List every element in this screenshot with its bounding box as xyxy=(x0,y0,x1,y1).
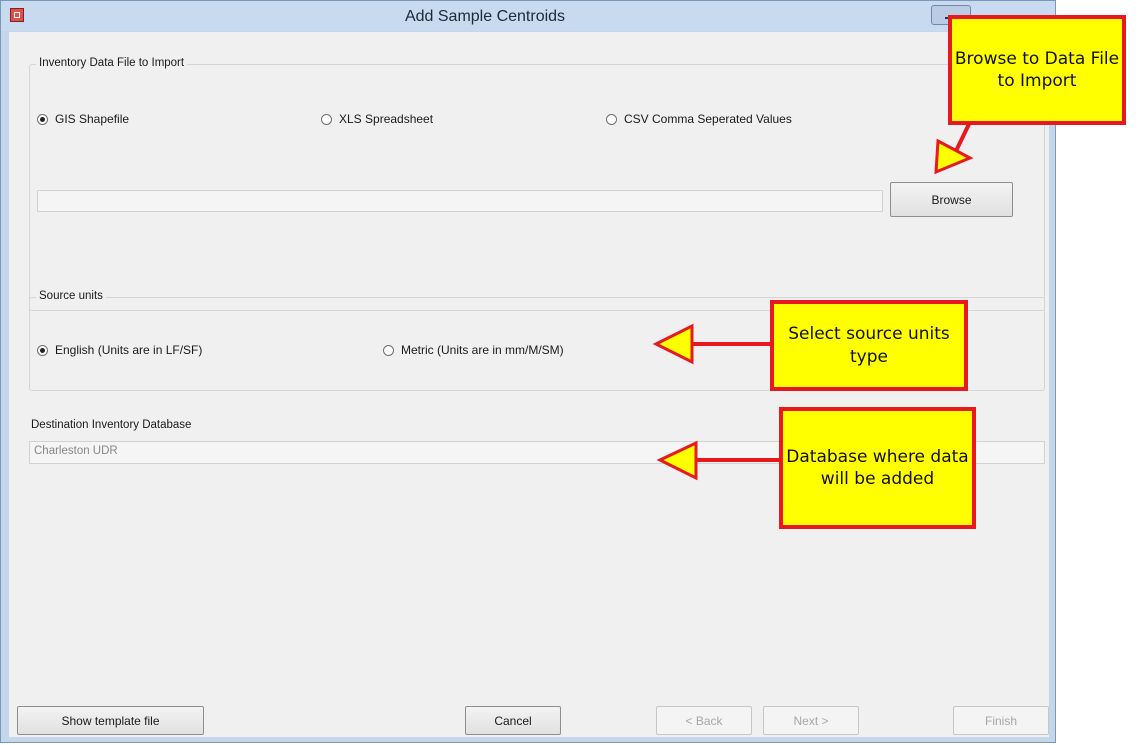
browse-arrow-line xyxy=(954,121,972,152)
browse-arrow-head xyxy=(934,138,974,175)
units-callout: Select source units type xyxy=(770,300,968,391)
units-arrow-head xyxy=(652,323,694,365)
database-arrow-head xyxy=(656,440,698,481)
database-callout: Database where data will be added xyxy=(779,407,976,529)
browse-callout: Browse to Data File to Import xyxy=(948,15,1126,125)
